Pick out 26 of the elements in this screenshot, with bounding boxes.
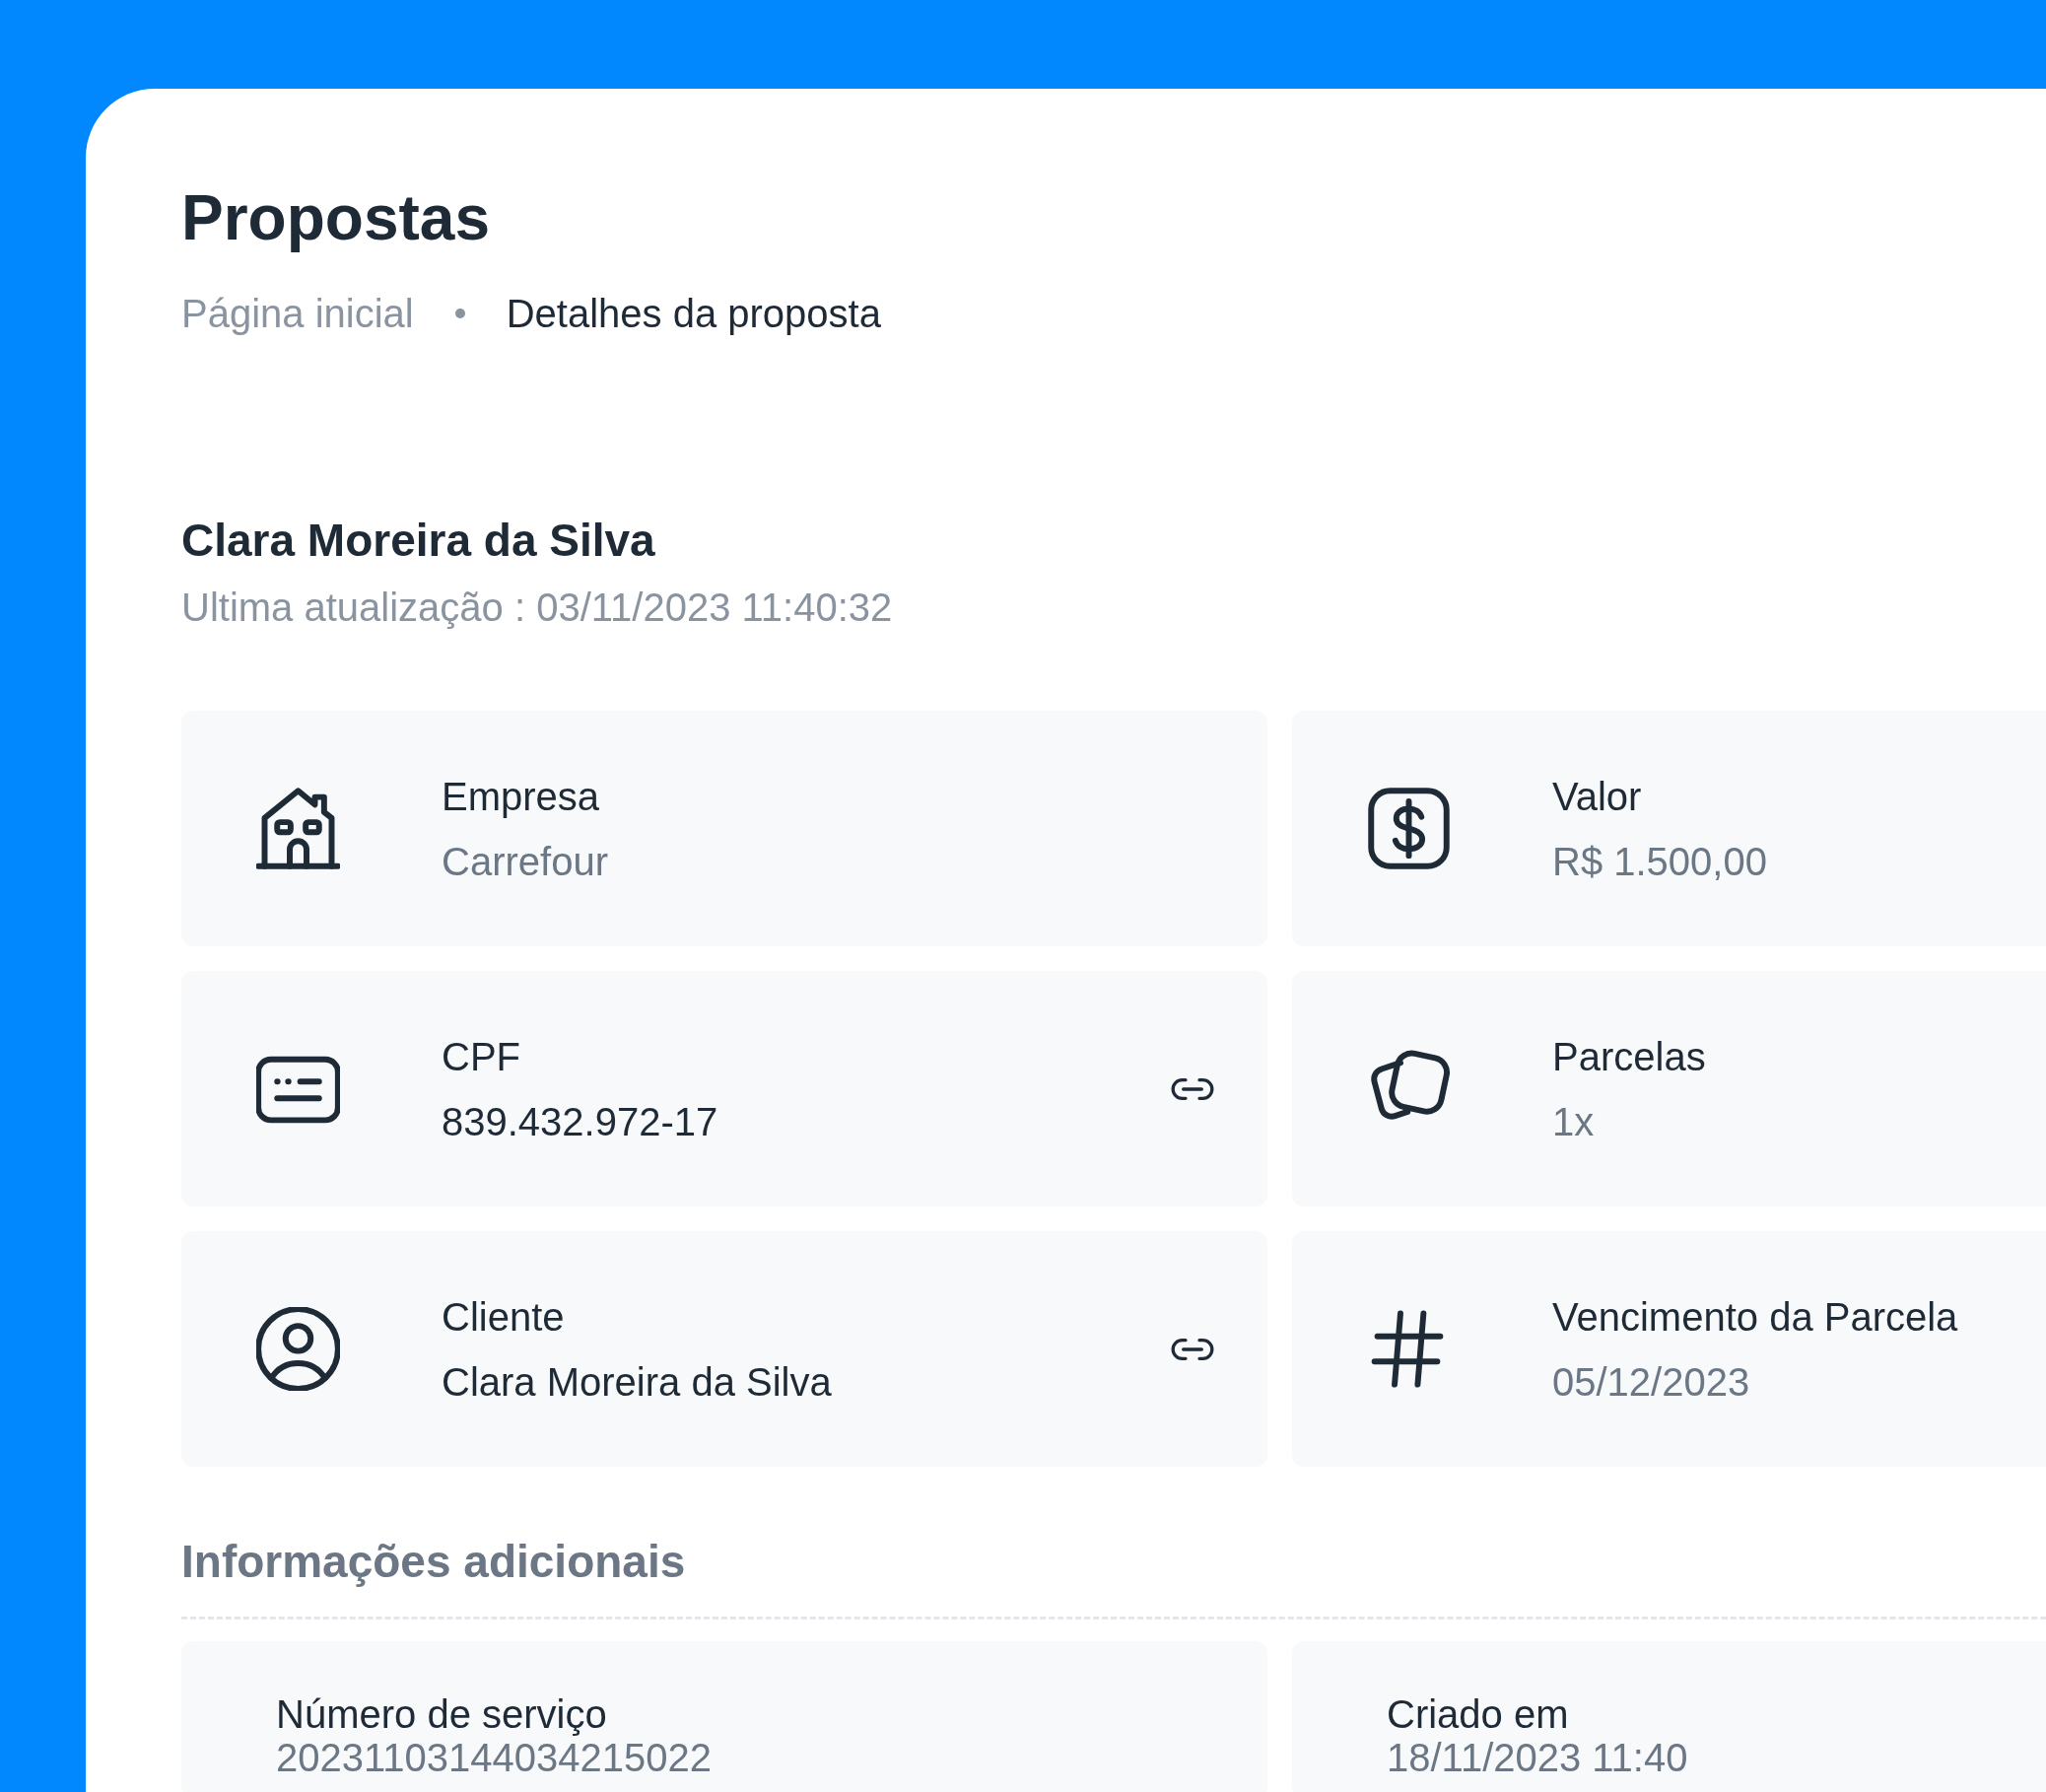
dollar-icon (1367, 787, 1451, 870)
page-title: Propostas (181, 181, 491, 255)
field-value: 18/11/2023 11:40 (1387, 1738, 1689, 1777)
last-update-text: Ultima atualização : 03/11/2023 11:40:32 (181, 585, 894, 631)
field-label: Parcelas (1552, 1033, 1707, 1080)
field-label: Número de serviço (276, 1691, 608, 1738)
breadcrumb-separator-icon (454, 309, 465, 318)
field-value: 1x (1552, 1098, 1596, 1145)
user-icon (256, 1307, 340, 1391)
field-value: 20231103144034215022 (276, 1738, 713, 1777)
breadcrumb-current: Detalhes da proposta (506, 291, 881, 337)
section-title: Informações adicionais (181, 1535, 687, 1589)
building-icon (256, 787, 340, 870)
field-value: Clara Moreira da Silva (442, 1358, 833, 1406)
field-value: 05/12/2023 (1552, 1358, 1751, 1406)
field-value: R$ 1.500,00 (1552, 838, 1768, 885)
field-label: Valor (1552, 773, 1643, 820)
field-label: Vencimento da Parcela (1552, 1293, 1959, 1341)
field-label: Empresa (442, 773, 601, 820)
field-value: Carrefour (442, 838, 609, 885)
breadcrumb-link[interactable]: Página inicial (181, 290, 414, 337)
field-label: CPF (442, 1033, 521, 1080)
field-label: Cliente (442, 1293, 566, 1341)
field-label: Criado em (1387, 1691, 1570, 1738)
client-name: Clara Moreira da Silva (181, 514, 656, 568)
field-value: 839.432.972-17 (442, 1098, 719, 1145)
